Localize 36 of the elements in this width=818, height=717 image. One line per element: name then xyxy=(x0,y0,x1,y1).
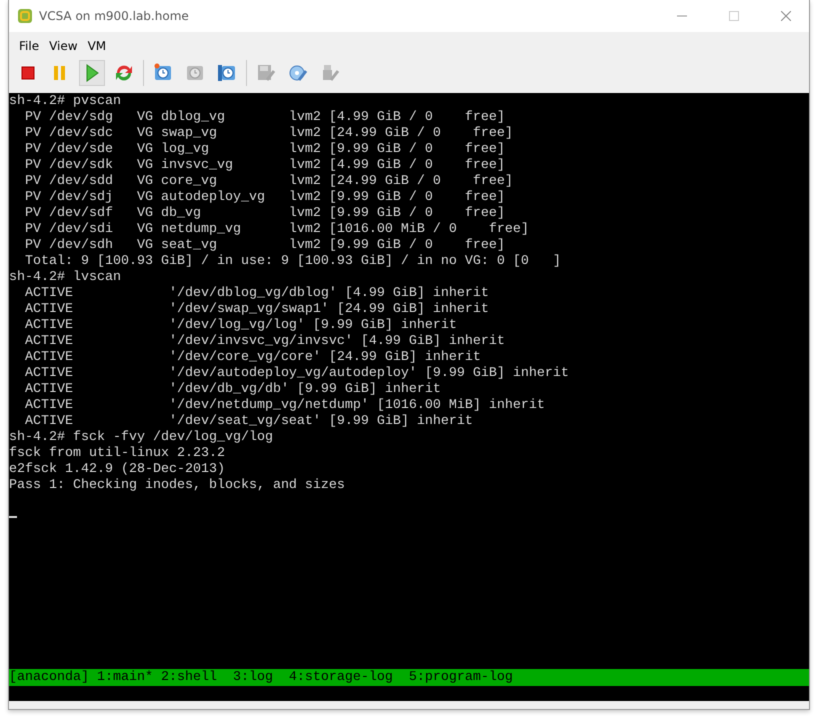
console-line: ACTIVE '/dev/core_vg/core' [24.99 GiB] inherit xyxy=(24,350,481,366)
window-title: VCSA on m900.lab.home xyxy=(39,9,190,23)
menu-item[interactable]: View xyxy=(45,39,82,53)
console-line: PV /dev/sdf VG db_vg lvm2 [9.99 GiB / 0 free] xyxy=(24,206,505,222)
console-line: ACTIVE '/dev/db_vg/db' [9.99 GiB] inherit xyxy=(24,382,441,398)
floppy-icon xyxy=(255,62,277,84)
console-line: Pass 1: Checking inodes, blocks, and sizes xyxy=(9,478,345,494)
console-line: e2fsck 1.42.9 (28-Dec-2013) xyxy=(9,462,225,478)
console-line: sh-4.2# lvscan xyxy=(9,270,121,286)
console-line: ACTIVE '/dev/seat_vg/seat' [9.99 GiB] inherit xyxy=(24,414,473,430)
close-icon xyxy=(781,11,791,21)
menu-item[interactable]: File xyxy=(15,39,44,53)
toolbar-button[interactable] xyxy=(79,60,105,86)
maximize-icon xyxy=(729,11,739,21)
console-line: PV /dev/sdc VG swap_vg lvm2 [24.99 GiB / 0 free] xyxy=(24,126,513,142)
console-line: PV /dev/sdg VG dblog_vg lvm2 [4.99 GiB / 0 free] xyxy=(24,110,505,126)
console-line: PV /dev/sdh VG seat_vg lvm2 [9.99 GiB / 0 free] xyxy=(24,238,505,254)
console-line: ACTIVE '/dev/netdump_vg/netdump' [1016.00 MiB] inherit xyxy=(24,398,545,414)
console-line: PV /dev/sdj VG autodeploy_vg lvm2 [9.99 GiB / 0 free] xyxy=(24,190,505,206)
console-line: PV /dev/sdk VG invsvc_vg lvm2 [4.99 GiB / 0 free] xyxy=(24,158,505,174)
console-line: ACTIVE '/dev/swap_vg/swap1' [24.99 GiB] inherit xyxy=(24,302,489,318)
console-line: ACTIVE '/dev/autodeploy_vg/autodeploy' [9.99 GiB] inherit xyxy=(24,366,569,382)
console-line: PV /dev/sde VG log_vg lvm2 [9.99 GiB / 0 free] xyxy=(24,142,505,158)
clock-icon xyxy=(216,62,238,84)
console-line: sh-4.2# pvscan xyxy=(9,94,121,110)
console-line: PV /dev/sdd VG core_vg lvm2 [24.99 GiB / 0 free] xyxy=(24,174,513,190)
console-line: ACTIVE '/dev/invsvc_vg/invsvc' [4.99 GiB] inherit xyxy=(24,334,505,350)
console-line: ACTIVE '/dev/dblog_vg/dblog' [4.99 GiB] inherit xyxy=(24,286,489,302)
console-line: ACTIVE '/dev/log_vg/log' [9.99 GiB] inherit xyxy=(24,318,457,334)
console-line: PV /dev/sdi VG netdump_vg lvm2 [1016.00 MiB / 0 free] xyxy=(24,222,529,238)
status-text: [anaconda] 1:main* 2:shell 3:log 4:storage-log 5:program-log xyxy=(9,670,513,685)
console-line: fsck from util-linux 2.23.2 xyxy=(9,446,225,462)
app-logo-icon xyxy=(17,8,33,24)
console-line: sh-4.2# fsck -fvy /dev/log_vg/log xyxy=(9,430,273,446)
console-line: Total: 9 [100.93 GiB] / in use: 9 [100.93 GiB] / in no VG: 0 [0 ] xyxy=(24,254,561,270)
menu-item[interactable]: VM xyxy=(84,39,110,53)
